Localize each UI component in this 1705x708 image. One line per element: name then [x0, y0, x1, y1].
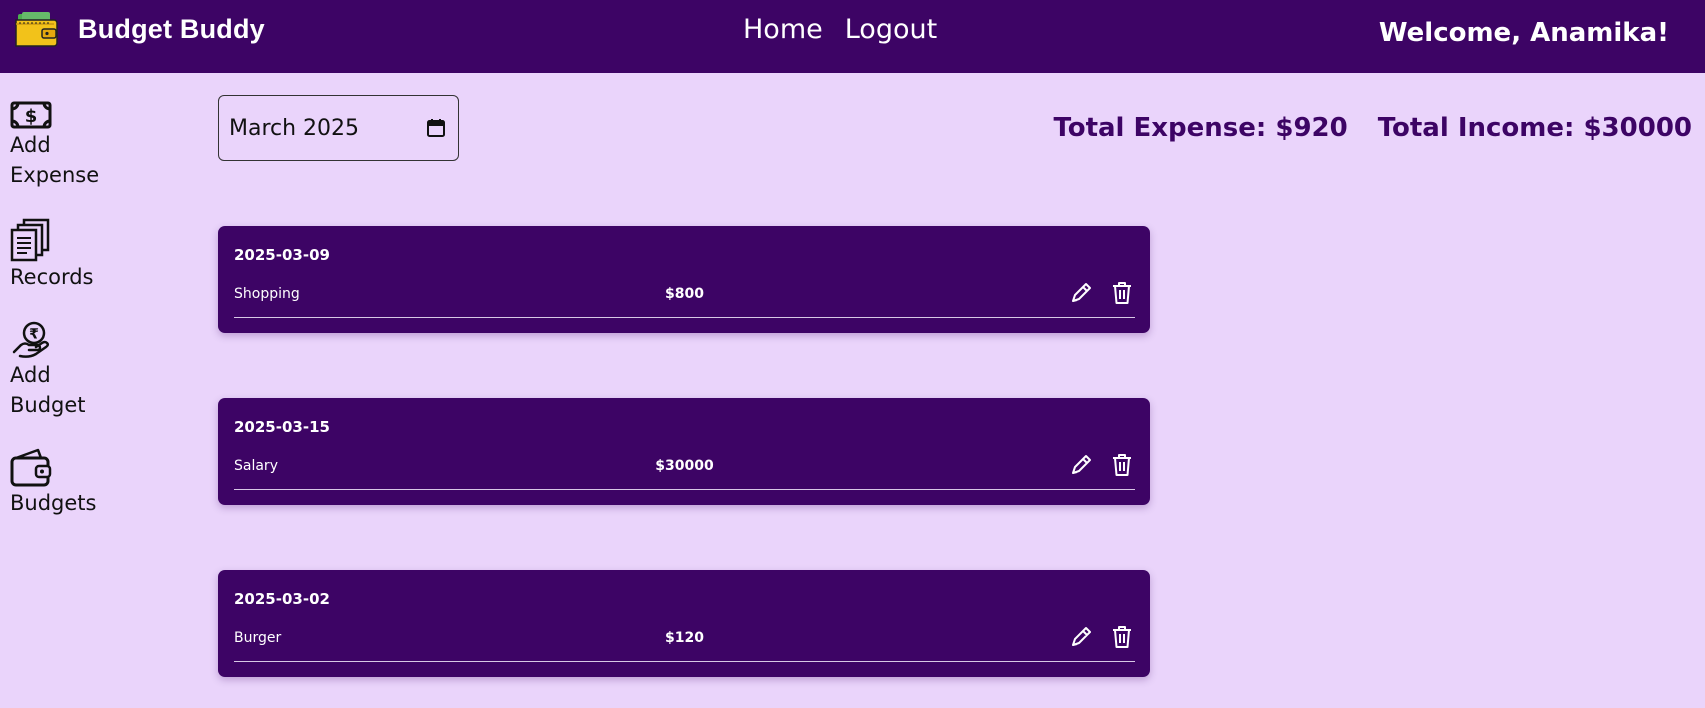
delete-trash-icon[interactable]: [1109, 280, 1135, 306]
record-amount: $30000: [655, 458, 714, 474]
edit-pencil-icon[interactable]: [1068, 624, 1094, 650]
record-card: 2025-03-02 Burger $120: [218, 570, 1150, 677]
top-navbar: Budget Buddy Home Logout Welcome, Anamik…: [0, 0, 1705, 73]
app-title: Budget Buddy: [78, 13, 265, 44]
totals-summary: Total Expense: $920 Total Income: $30000: [1053, 113, 1692, 143]
sidebar-item-records[interactable]: Records: [10, 218, 130, 292]
record-card: 2025-03-09 Shopping $800: [218, 226, 1150, 333]
record-row: Salary $30000: [234, 448, 1135, 490]
sidebar-label-budget: Budget: [10, 393, 86, 417]
nav-logout-link[interactable]: Logout: [845, 14, 937, 45]
wallet-icon: [10, 448, 52, 487]
sidebar-label-budgets: Budgets: [10, 491, 97, 515]
svg-text:₹: ₹: [29, 327, 39, 343]
record-amount: $800: [665, 286, 704, 302]
total-expense: Total Expense: $920: [1053, 113, 1348, 143]
sidebar-item-add-budget[interactable]: ₹ Add Budget: [10, 320, 130, 420]
record-date: 2025-03-15: [234, 418, 330, 436]
sidebar-item-add-expense[interactable]: $ Add Expense: [10, 100, 130, 190]
sidebar: $ Add Expense Records ₹ Add Budget Budge…: [10, 100, 130, 546]
record-date: 2025-03-02: [234, 590, 330, 608]
main-nav: Home Logout: [743, 14, 937, 45]
nav-home-link[interactable]: Home: [743, 14, 823, 45]
wallet-logo-icon: [15, 12, 58, 47]
total-income: Total Income: $30000: [1377, 113, 1692, 143]
edit-pencil-icon[interactable]: [1068, 452, 1094, 478]
money-icon: $: [10, 101, 52, 129]
record-actions: [1068, 452, 1135, 478]
sidebar-label-add: Add: [10, 363, 51, 387]
month-picker-value: March 2025: [229, 115, 360, 141]
edit-pencil-icon[interactable]: [1068, 280, 1094, 306]
svg-text:$: $: [25, 106, 38, 127]
delete-trash-icon[interactable]: [1109, 452, 1135, 478]
record-actions: [1068, 624, 1135, 650]
documents-icon: [10, 218, 50, 262]
sidebar-label-add: Add: [10, 133, 51, 157]
month-picker[interactable]: March 2025: [218, 95, 459, 161]
sidebar-label-expense: Expense: [10, 163, 100, 187]
brand[interactable]: Budget Buddy: [14, 10, 265, 48]
delete-trash-icon[interactable]: [1109, 624, 1135, 650]
welcome-message: Welcome, Anamika!: [1378, 18, 1669, 48]
record-row: Shopping $800: [234, 276, 1135, 318]
record-actions: [1068, 280, 1135, 306]
record-row: Burger $120: [234, 620, 1135, 662]
sidebar-item-budgets[interactable]: Budgets: [10, 448, 130, 518]
rupee-hand-icon: ₹: [12, 321, 50, 358]
record-date: 2025-03-09: [234, 246, 330, 264]
record-amount: $120: [665, 630, 704, 646]
record-card: 2025-03-15 Salary $30000: [218, 398, 1150, 505]
sidebar-label-records: Records: [10, 265, 94, 289]
calendar-icon[interactable]: [426, 118, 446, 138]
